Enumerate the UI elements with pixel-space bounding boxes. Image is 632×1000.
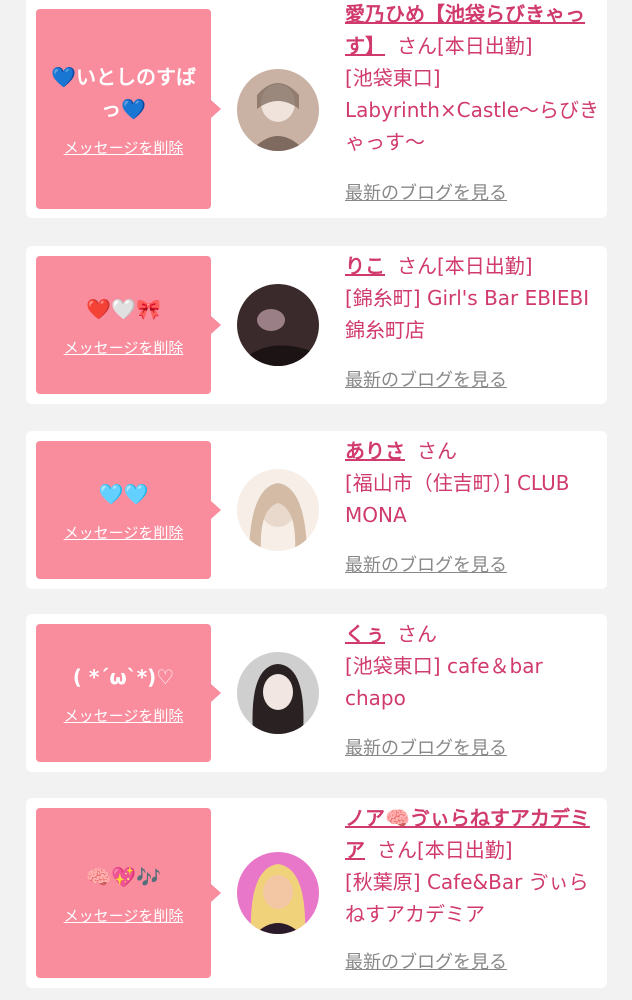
message-bubble: 🧠💖🎶 メッセージを削除 bbox=[36, 808, 221, 978]
latest-blog-link[interactable]: 最新のブログを見る bbox=[345, 948, 507, 974]
avatar-photo-icon bbox=[237, 284, 319, 366]
cast-card: 💙いとしのすばっ💙 メッセージを削除 愛乃ひめ【池袋らびきゃっす】 さん[本日出勤… bbox=[26, 0, 607, 218]
message-bubble: ( *´ω`*)♡ メッセージを削除 bbox=[36, 624, 221, 762]
message-bubble: 🩵🩵 メッセージを削除 bbox=[36, 441, 221, 579]
avatar[interactable] bbox=[237, 69, 319, 151]
cast-info: ありさ さん [福山市（住吉町）] CLUB MONA bbox=[345, 435, 603, 531]
cast-name-link[interactable]: りこ bbox=[345, 254, 385, 278]
favorite-cast-list: 💙いとしのすばっ💙 メッセージを削除 愛乃ひめ【池袋らびきゃっす】 さん[本日出勤… bbox=[0, 0, 632, 1000]
avatar[interactable] bbox=[237, 852, 319, 934]
attendance-status: [本日出勤] bbox=[437, 254, 533, 278]
attendance-status: [本日出勤] bbox=[437, 34, 533, 58]
cast-name-link[interactable]: くぅ bbox=[345, 622, 385, 646]
shop-name: [秋葉原] Cafe&Bar ゔぃらねすアカデミア bbox=[345, 870, 589, 926]
cast-card: ❤️🤍🎀 メッセージを削除 りこ さん[本日出勤] [錦糸町] Girl's Ba… bbox=[26, 246, 607, 404]
attendance-status: [本日出勤] bbox=[417, 838, 513, 862]
avatar[interactable] bbox=[237, 652, 319, 734]
latest-blog-link[interactable]: 最新のブログを見る bbox=[345, 734, 507, 760]
message-text: 💙いとしのすばっ💙 bbox=[51, 64, 196, 121]
avatar-photo-icon bbox=[237, 469, 319, 551]
honorific: さん bbox=[397, 254, 437, 278]
delete-message-link[interactable]: メッセージを削除 bbox=[64, 705, 184, 726]
delete-message-link[interactable]: メッセージを削除 bbox=[64, 337, 184, 358]
avatar-photo-icon bbox=[237, 852, 319, 934]
shop-name: [福山市（住吉町）] CLUB MONA bbox=[345, 471, 570, 527]
shop-name: [池袋東口] cafe＆bar chapo bbox=[345, 654, 543, 710]
shop-name: [錦糸町] Girl's Bar EBIEBI 錦糸町店 bbox=[345, 286, 590, 342]
avatar-photo-icon bbox=[237, 652, 319, 734]
cast-info: りこ さん[本日出勤] [錦糸町] Girl's Bar EBIEBI 錦糸町店 bbox=[345, 250, 603, 346]
delete-message-link[interactable]: メッセージを削除 bbox=[64, 137, 184, 158]
latest-blog-link[interactable]: 最新のブログを見る bbox=[345, 366, 507, 392]
message-text: ❤️🤍🎀 bbox=[86, 296, 161, 321]
cast-card: ( *´ω`*)♡ メッセージを削除 くぅ さん [池袋東口] cafe＆bar … bbox=[26, 614, 607, 772]
cast-card: 🩵🩵 メッセージを削除 ありさ さん [福山市（住吉町）] CLUB MONA 最… bbox=[26, 431, 607, 589]
avatar-photo-icon bbox=[237, 69, 319, 151]
honorific: さん bbox=[397, 622, 437, 646]
message-text: 🧠💖🎶 bbox=[86, 864, 161, 889]
cast-info: くぅ さん [池袋東口] cafe＆bar chapo bbox=[345, 618, 603, 714]
message-bubble: 💙いとしのすばっ💙 メッセージを削除 bbox=[36, 9, 221, 209]
delete-message-link[interactable]: メッセージを削除 bbox=[64, 522, 184, 543]
message-text: 🩵🩵 bbox=[98, 481, 149, 506]
cast-info: ノア🧠ゔぃらねすアカデミア さん[本日出勤] [秋葉原] Cafe&Bar ゔぃら… bbox=[345, 802, 603, 930]
honorific: さん bbox=[397, 34, 437, 58]
avatar[interactable] bbox=[237, 284, 319, 366]
shop-name: [池袋東口] Labyrinth×Castle〜らびきゃっす〜 bbox=[345, 66, 600, 154]
honorific: さん bbox=[377, 838, 417, 862]
message-text: ( *´ω`*)♡ bbox=[72, 664, 175, 689]
latest-blog-link[interactable]: 最新のブログを見る bbox=[345, 551, 507, 577]
avatar[interactable] bbox=[237, 469, 319, 551]
cast-card: 🧠💖🎶 メッセージを削除 ノア🧠ゔぃらねすアカデミア さん[本日出勤] [秋葉原]… bbox=[26, 798, 607, 988]
delete-message-link[interactable]: メッセージを削除 bbox=[64, 905, 184, 926]
cast-name-link[interactable]: ありさ bbox=[345, 439, 405, 463]
cast-info: 愛乃ひめ【池袋らびきゃっす】 さん[本日出勤] [池袋東口] Labyrinth×… bbox=[345, 0, 603, 158]
latest-blog-link[interactable]: 最新のブログを見る bbox=[345, 179, 507, 205]
honorific: さん bbox=[417, 439, 457, 463]
message-bubble: ❤️🤍🎀 メッセージを削除 bbox=[36, 256, 221, 394]
